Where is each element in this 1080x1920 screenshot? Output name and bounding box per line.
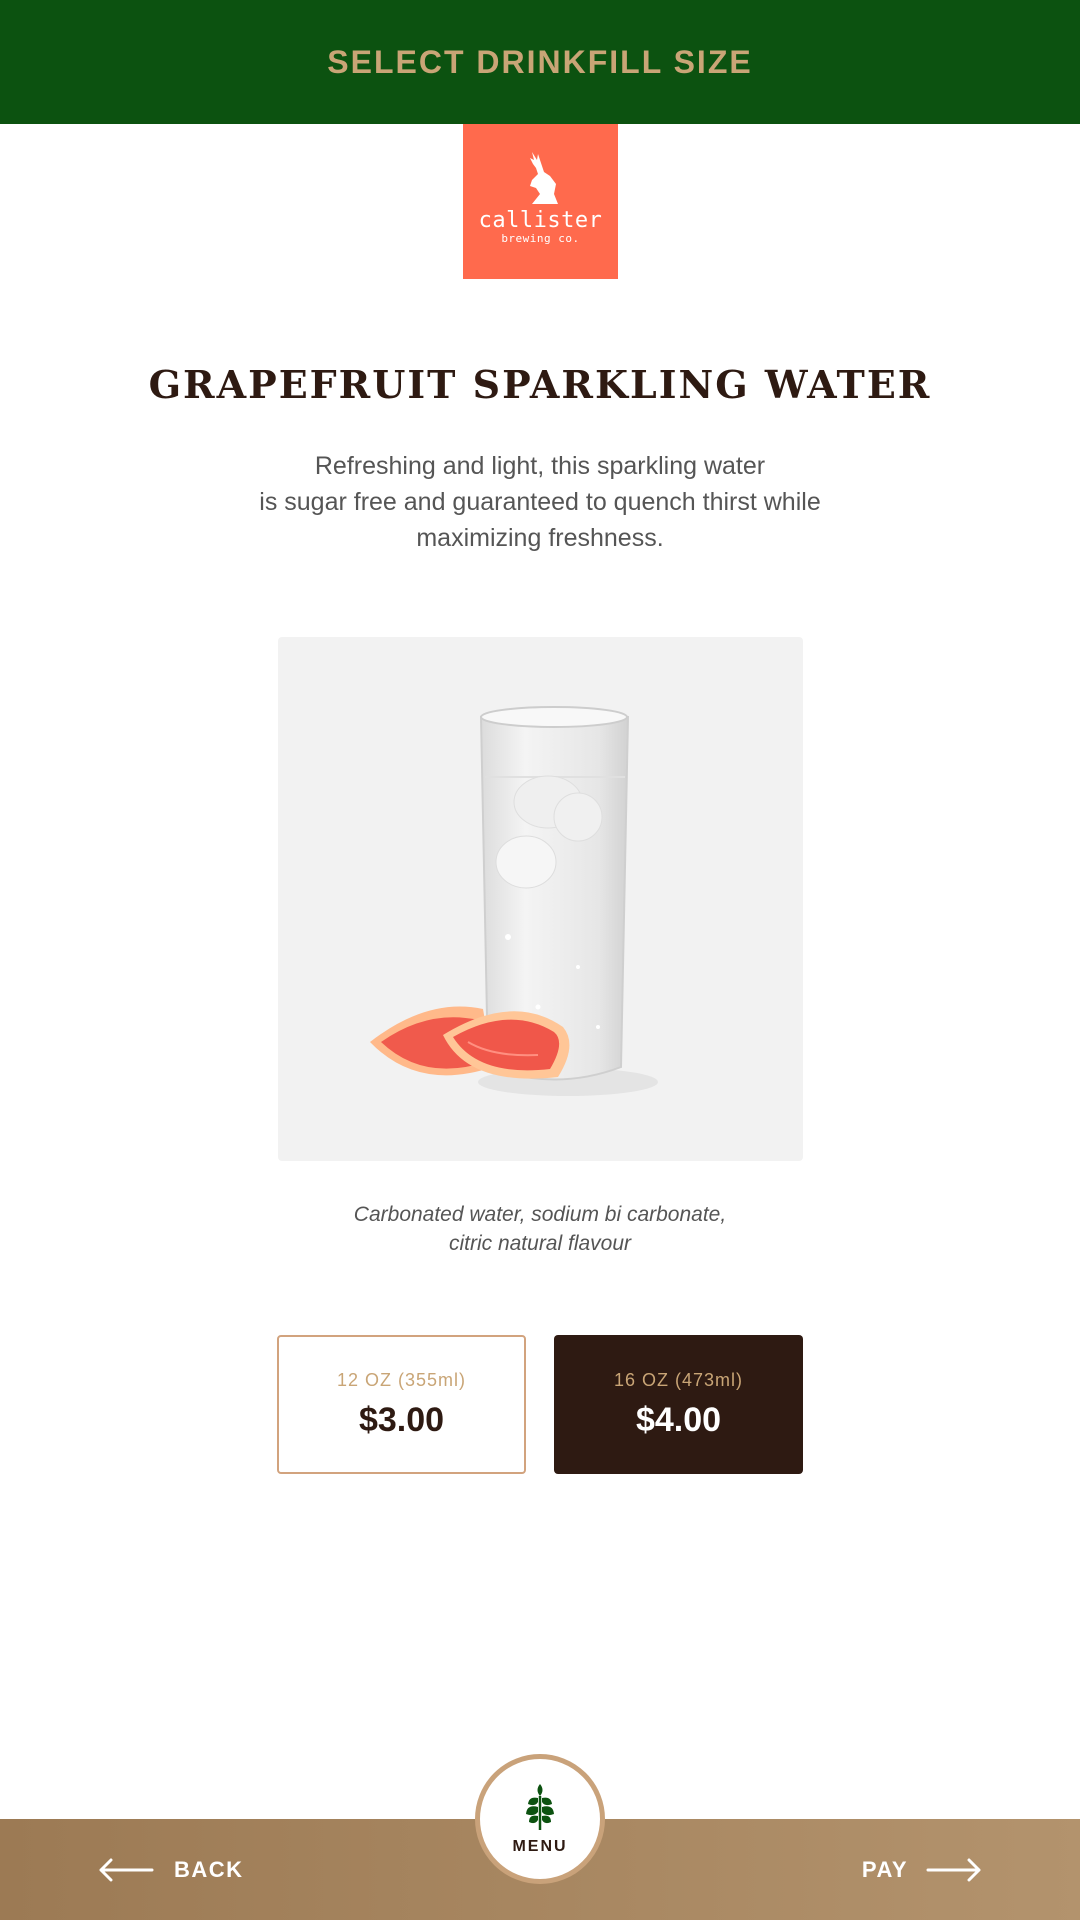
menu-label: MENU xyxy=(512,1838,568,1855)
sparkling-water-glass-illustration xyxy=(370,706,658,1096)
size-option-12oz[interactable]: 12 OZ (355ml) $3.00 xyxy=(277,1335,526,1474)
size-label: 16 OZ (473ml) xyxy=(613,1369,744,1390)
description-line: Refreshing and light, this sparkling wat… xyxy=(314,452,766,480)
size-option-16oz[interactable]: 16 OZ (473ml) $4.00 xyxy=(554,1335,803,1474)
arrow-left-icon xyxy=(99,1858,154,1881)
product-title: GRAPEFRUIT SPARKLING WATER xyxy=(148,362,932,407)
description-line: is sugar free and guaranteed to quench t… xyxy=(259,488,821,516)
brand-subtitle: brewing co. xyxy=(501,232,580,245)
ingredients-line: Carbonated water, sodium bi carbonate, xyxy=(353,1203,727,1226)
ingredients-line: citric natural flavour xyxy=(448,1232,632,1255)
pay-button[interactable]: PAY xyxy=(862,1819,982,1920)
product-description: Refreshing and light, this sparkling wat… xyxy=(190,448,890,556)
menu-button[interactable]: MENU xyxy=(475,1754,605,1884)
arrow-right-icon xyxy=(926,1858,981,1881)
brand-logo: callister brewing co. xyxy=(463,124,618,279)
ingredients-text: Carbonated water, sodium bi carbonate, c… xyxy=(240,1200,840,1258)
size-price: $4.00 xyxy=(635,1400,722,1439)
wheat-leaf-icon xyxy=(526,1784,554,1830)
description-line: maximizing freshness. xyxy=(416,524,664,552)
deer-head-icon xyxy=(529,152,558,204)
back-label: BACK xyxy=(174,1856,244,1882)
pay-label: PAY xyxy=(861,1856,908,1882)
page-title: SELECT DRINKFILL SIZE xyxy=(327,43,753,80)
size-label: 12 OZ (355ml) xyxy=(336,1369,467,1390)
header-bar: SELECT DRINKFILL SIZE xyxy=(0,0,1080,124)
back-button[interactable]: BACK xyxy=(98,1819,244,1920)
product-image xyxy=(278,637,803,1161)
brand-name: callister xyxy=(478,208,603,233)
size-price: $3.00 xyxy=(358,1400,445,1439)
